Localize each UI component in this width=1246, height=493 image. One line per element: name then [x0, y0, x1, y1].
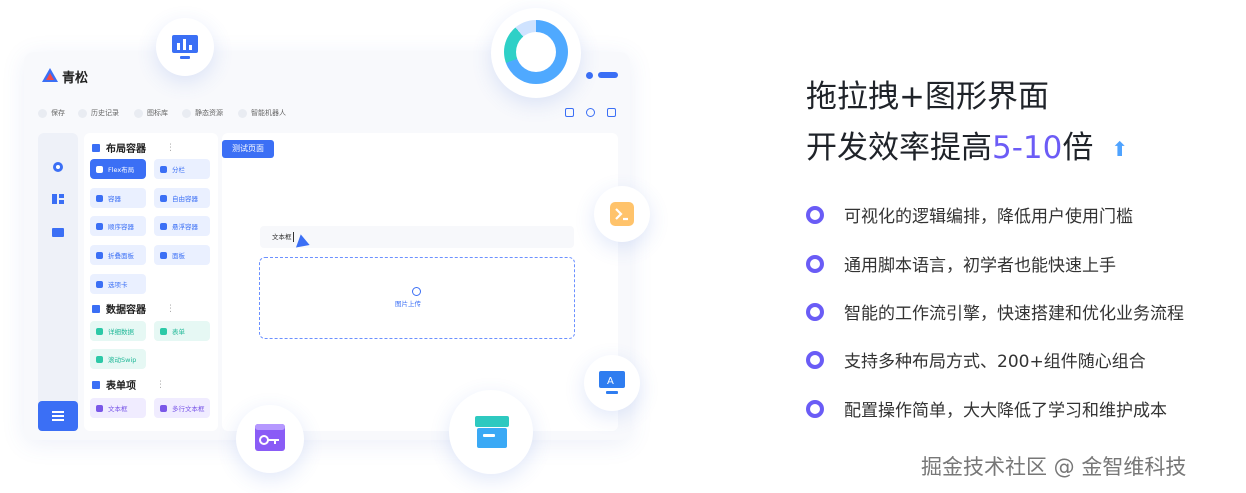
more-icon[interactable]: ⋮ — [166, 304, 175, 314]
bullet-icon — [806, 254, 824, 273]
component-scroll-swiper[interactable]: 滚动Swip — [90, 349, 146, 369]
bullet-icon — [806, 399, 824, 418]
toolbar-robot[interactable]: 智能机器人 — [238, 108, 286, 118]
component-panel: 布局容器 ⋮ Flex布局 分栏 容器 自由容器 顺序容器 悬浮容器 折叠面板 面… — [84, 133, 218, 431]
feature-item: 可视化的逻辑编排，降低用户使用门槛 — [806, 202, 1133, 227]
exit-icon[interactable] — [607, 108, 616, 117]
save-icon — [38, 108, 47, 118]
section-data: 数据容器 ⋮ — [92, 301, 175, 316]
folder-icon[interactable] — [51, 226, 65, 238]
headline: 拖拉拽+图形界面 开发效率提高5-10倍 ⬆ — [806, 72, 1128, 175]
toolbar-history[interactable]: 历史记录 — [78, 108, 119, 118]
book-icon — [92, 304, 100, 313]
key-bubble — [236, 405, 304, 473]
upload-icon — [412, 287, 421, 296]
brand-name: 青松 — [62, 71, 89, 86]
box-icon — [475, 416, 509, 448]
window-control[interactable] — [598, 72, 618, 78]
component-form[interactable]: 表单 — [154, 321, 210, 341]
list-menu-button[interactable] — [38, 401, 78, 431]
robot-icon — [238, 108, 247, 118]
up-arrow-icon: ⬆ — [1111, 137, 1129, 161]
headline-accent: 5-10 — [992, 130, 1063, 166]
image-upload-label: 图片上传 — [395, 300, 421, 308]
feature-item: 支持多种布局方式、200+组件随心组合 — [806, 347, 1146, 372]
layout-icon[interactable] — [51, 193, 65, 205]
component-text-input[interactable]: 文本框 — [90, 398, 146, 418]
tab-test-page[interactable]: 测试页面 — [222, 140, 274, 158]
feature-item: 通用脚本语言，初学者也能快速上手 — [806, 251, 1116, 276]
headline-line2: 开发效率提高5-10倍 ⬆ — [806, 123, 1128, 175]
toolbar: 保存 历史记录 图标库 静态资源 智能机器人 — [36, 106, 622, 124]
toolbar-save[interactable]: 保存 — [38, 108, 65, 118]
mobile-preview-icon[interactable] — [565, 108, 574, 117]
list-icon — [52, 411, 64, 413]
left-nav — [38, 133, 78, 431]
static-resources-icon — [182, 108, 191, 118]
eye-icon[interactable] — [586, 108, 595, 117]
box-bubble — [449, 390, 533, 474]
terminal-bubble — [594, 186, 650, 242]
feature-item: 智能的工作流引擎，快速搭建和优化业务流程 — [806, 299, 1184, 324]
logo-icon — [42, 68, 58, 82]
component-container[interactable]: 容器 — [90, 188, 146, 208]
monitor-chart-icon — [172, 35, 198, 59]
bullet-icon — [806, 350, 824, 369]
component-free-container[interactable]: 自由容器 — [154, 188, 210, 208]
watermark: 掘金技术社区 @ 金智维科技 — [921, 455, 1187, 479]
component-sequence-container[interactable]: 顺序容器 — [90, 216, 146, 236]
more-icon[interactable]: ⋮ — [156, 380, 165, 390]
bullet-icon — [806, 205, 824, 224]
more-icon[interactable]: ⋮ — [166, 143, 175, 153]
section-layout: 布局容器 ⋮ — [92, 140, 175, 155]
toolbar-static-resources[interactable]: 静态资源 — [182, 108, 223, 118]
display-icon: A — [599, 371, 625, 394]
toolbar-icon-library[interactable]: 图标库 — [134, 108, 168, 118]
monitor-bubble — [156, 18, 214, 76]
component-tabs[interactable]: 选项卡 — [90, 274, 146, 294]
component-columns[interactable]: 分栏 — [154, 159, 210, 179]
component-panel-item[interactable]: 面板 — [154, 245, 210, 265]
history-icon — [78, 108, 87, 118]
component-collapse-panel[interactable]: 折叠面板 — [90, 245, 146, 265]
components-icon[interactable] — [51, 161, 65, 173]
key-window-icon — [255, 424, 285, 451]
component-textarea[interactable]: 多行文本框 — [154, 398, 210, 418]
status-dot — [586, 72, 593, 79]
feature-item: 配置操作简单，大大降低了学习和维护成本 — [806, 396, 1167, 421]
section-form: 表单项 ⋮ — [92, 377, 165, 392]
text-caret — [292, 232, 294, 242]
book-icon — [92, 143, 100, 152]
bullet-icon — [806, 302, 824, 321]
display-bubble: A — [584, 355, 640, 411]
component-flex[interactable]: Flex布局 — [90, 159, 146, 179]
book-icon — [92, 380, 100, 389]
terminal-icon — [610, 202, 634, 226]
component-floating-container[interactable]: 悬浮容器 — [154, 216, 210, 236]
headline-line1: 拖拉拽+图形界面 — [806, 79, 1049, 115]
component-detail-data[interactable]: 详细数据 — [90, 321, 146, 341]
svg-text:A: A — [607, 376, 614, 387]
donut-chart-icon — [504, 20, 568, 84]
icon-library-icon — [134, 108, 143, 118]
